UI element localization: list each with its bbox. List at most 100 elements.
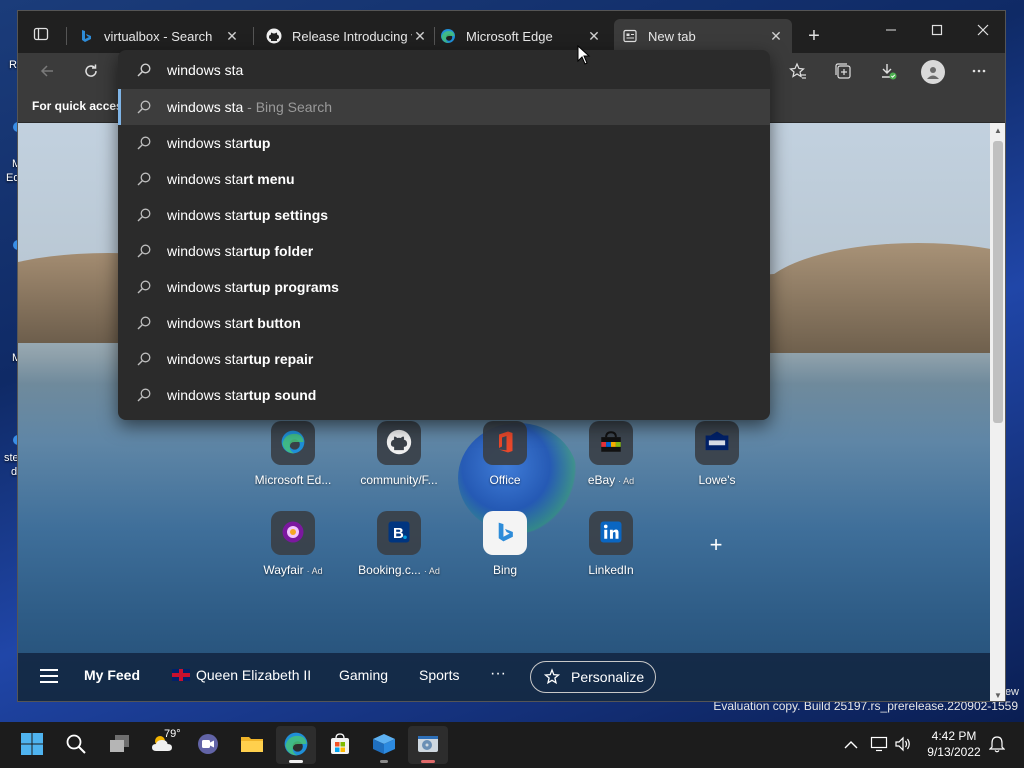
feed-topic-label: Queen Elizabeth II [196,667,312,683]
more-dots-icon [971,63,987,82]
suggestion-completion: rtup folder [243,243,314,259]
teams-chat-icon [196,732,220,759]
personalize-button[interactable]: Personalize [530,661,656,693]
suggestion-item[interactable]: windows startup programs [118,269,770,305]
refresh-button[interactable] [76,57,106,87]
ad-badge: · Ad [306,566,323,576]
quick-link-tile[interactable]: LinkedIn [563,511,659,591]
github-icon [386,429,412,458]
quick-link-tile[interactable]: Bing [457,511,553,591]
scroll-up-arrow-icon[interactable]: ▲ [994,126,1002,135]
tab-gaming[interactable]: Gaming [339,667,388,683]
quick-link-tile[interactable]: B Booking.c... · Ad [351,511,447,591]
close-icon[interactable]: ✕ [224,28,240,44]
search-icon [136,279,152,295]
show-hidden-icons-button[interactable] [840,722,862,768]
tab-queen-elizabeth-ii[interactable]: Queen Elizabeth II [172,667,311,683]
back-arrow-icon [39,63,55,82]
quick-link-label: eBay [587,473,616,487]
suggestion-completion: rt menu [243,171,295,187]
task-view-icon [108,733,132,758]
suggestion-item[interactable]: windows startup repair [118,341,770,377]
volume-button[interactable] [892,722,914,768]
teams-chat-button[interactable] [188,726,228,764]
quick-link-label: Office [489,473,521,487]
search-icon [136,351,152,367]
tab-new-tab[interactable]: New tab ✕ [614,19,792,53]
scroll-down-arrow-icon[interactable]: ▼ [994,691,1002,700]
tab-release-introducing[interactable]: Release Introducing v ✕ [258,19,436,53]
suggestion-item[interactable]: windows startup folder [118,233,770,269]
virtualbox-app-button[interactable] [364,726,404,764]
minimize-button[interactable] [868,11,914,51]
quick-link-tile[interactable]: community/F... [351,421,447,501]
taskbar-clock[interactable]: 4:42 PM 9/13/2022 [918,728,990,760]
settings-more-button[interactable] [964,57,994,87]
task-view-button[interactable] [100,726,140,764]
tab-actions-icon [33,26,49,45]
add-quick-link-button[interactable]: + [704,532,728,557]
quick-link-tile[interactable]: eBay · Ad [563,421,659,501]
maximize-icon [931,24,943,39]
close-icon[interactable]: ✕ [768,28,784,44]
file-explorer-button[interactable] [232,726,272,764]
quick-link-tile[interactable]: Wayfair · Ad [245,511,341,591]
suggestion-typed-text: windows sta [167,99,244,115]
search-icon [65,733,87,758]
suggestion-item[interactable]: windows startup [118,125,770,161]
quick-link-label: community/F... [360,473,438,487]
tab-sports[interactable]: Sports [419,667,459,683]
downloads-button[interactable] [873,57,903,87]
feed-navigation-bar: My Feed Queen Elizabeth II Gaming Sports… [18,653,990,701]
suggestion-completion: rtup repair [243,351,314,367]
suggestion-completion: rtup settings [243,207,329,223]
tab-virtualbox-search[interactable]: virtualbox - Search ✕ [70,19,248,53]
collections-button[interactable] [828,57,858,87]
search-icon [136,387,152,403]
favorites-button[interactable] [783,57,813,87]
quick-link-tile[interactable]: Office [457,421,553,501]
suggestion-item[interactable]: windows startup settings [118,197,770,233]
windows-logo-icon [20,732,44,759]
tab-actions-button[interactable] [26,22,56,48]
tab-my-feed[interactable]: My Feed [84,667,140,683]
close-window-button[interactable] [960,11,1005,51]
suggestion-completion: rtup [243,135,271,151]
suggestion-item[interactable]: windows start menu [118,161,770,197]
close-icon[interactable]: ✕ [586,28,602,44]
scrollbar-thumb[interactable] [993,141,1003,423]
tab-strip: virtualbox - Search ✕ Release Introducin… [18,11,1005,53]
vertical-scrollbar[interactable]: ▲ ▼ [990,123,1005,701]
more-topics-button[interactable]: ··· [490,665,506,683]
address-bar[interactable]: windows sta [118,50,770,90]
profile-button[interactable] [918,57,948,87]
network-button[interactable] [868,722,890,768]
suggestion-typed-text: windows sta [167,315,244,331]
download-icon [879,62,897,83]
suggestion-item[interactable]: windows sta - Bing Search [118,89,770,125]
new-tab-button[interactable]: + [800,23,828,49]
installer-disc-icon [415,732,441,759]
notifications-button[interactable] [986,722,1008,768]
running-indicator [421,760,435,763]
search-icon [136,243,152,259]
taskbar: 79° 4:42 PM 9/13/2022 [0,722,1024,768]
installer-app-button[interactable] [408,726,448,764]
start-button[interactable] [12,726,52,764]
suggestion-typed-text: windows sta [167,243,244,259]
taskbar-edge-button[interactable] [276,726,316,764]
search-icon [136,207,152,223]
quick-link-tile[interactable]: Lowe's [669,421,765,501]
close-icon[interactable]: ✕ [412,28,428,44]
maximize-button[interactable] [914,11,960,51]
quick-link-tile[interactable]: Microsoft Ed... [245,421,341,501]
quick-link-label: Wayfair [263,563,304,577]
back-button[interactable] [32,57,62,87]
suggestion-item[interactable]: windows start button [118,305,770,341]
address-bar-input[interactable]: windows sta [167,62,243,78]
hamburger-menu-icon[interactable] [40,669,58,683]
suggestion-item[interactable]: windows startup sound [118,377,770,413]
microsoft-store-button[interactable] [320,726,360,764]
taskbar-search-button[interactable] [56,726,96,764]
bing-icon [494,521,516,546]
